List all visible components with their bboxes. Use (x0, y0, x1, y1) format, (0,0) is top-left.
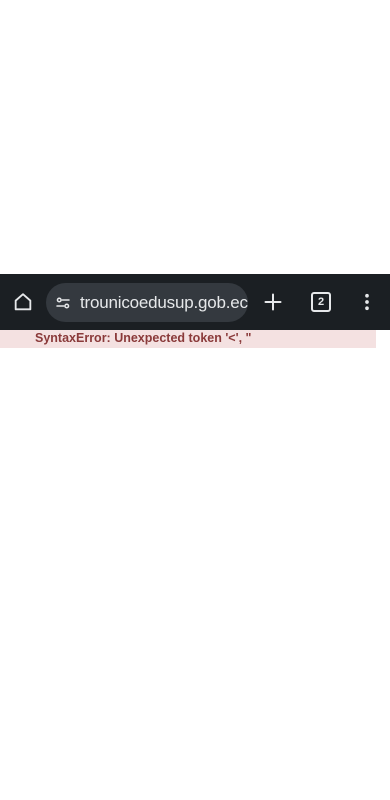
menu-button[interactable] (345, 274, 389, 330)
site-settings-button[interactable] (46, 283, 80, 322)
address-bar[interactable]: trounicoedusup.gob.ec (46, 283, 248, 322)
browser-toolbar: trounicoedusup.gob.ec 2 (0, 274, 390, 330)
tab-switcher-button[interactable]: 2 (299, 274, 343, 330)
more-vert-icon (365, 293, 369, 311)
tab-count: 2 (317, 296, 325, 308)
home-icon (14, 293, 32, 311)
browser-page: trounicoedusup.gob.ec 2 SyntaxError: Une… (0, 0, 390, 800)
error-banner: SyntaxError: Unexpected token '<', " (0, 330, 376, 348)
plus-icon (264, 293, 282, 311)
tune-icon (56, 296, 70, 309)
home-button[interactable] (1, 274, 45, 330)
new-tab-button[interactable] (251, 274, 295, 330)
error-message: SyntaxError: Unexpected token '<', " (35, 331, 252, 345)
tab-switcher-icon: 2 (311, 292, 331, 312)
url-text[interactable]: trounicoedusup.gob.ec (80, 293, 248, 313)
